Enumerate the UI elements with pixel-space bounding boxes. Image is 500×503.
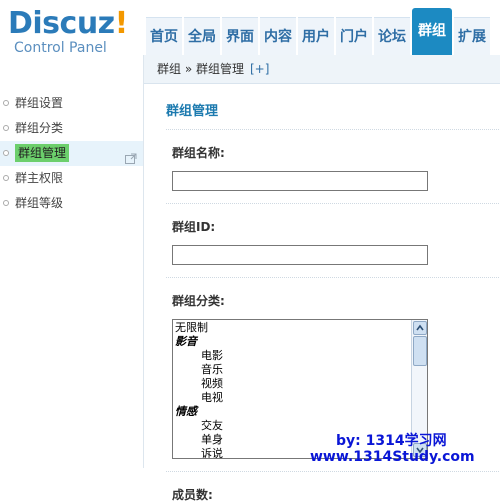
category-option[interactable]: 影音 xyxy=(175,335,409,349)
breadcrumb: 群组 » 群组管理 [+] xyxy=(144,55,500,84)
watermark: by: 1314学习网 www.1314Study.com xyxy=(300,428,500,468)
divider xyxy=(166,471,500,472)
sidebar-item-label: 群组设置 xyxy=(15,96,64,110)
nav-tab[interactable]: 用户 xyxy=(298,17,334,55)
nav-tab[interactable]: 界面 xyxy=(222,17,258,55)
page-title: 群组管理 xyxy=(166,104,219,119)
group-id-label: 群组ID: xyxy=(172,220,216,234)
logo-brand: Discuz! xyxy=(8,6,128,41)
nav-tab[interactable]: 门户 xyxy=(336,17,372,55)
sidebar-item-label: 群组等级 xyxy=(15,196,64,210)
category-option[interactable]: 音乐 xyxy=(175,363,409,377)
member-count-label: 成员数: xyxy=(172,488,213,502)
bullet-icon xyxy=(3,175,9,181)
divider xyxy=(166,129,500,130)
category-option[interactable]: 电视 xyxy=(175,391,409,405)
sidebar-item-label: 群组管理 xyxy=(15,144,70,162)
scroll-up-button[interactable] xyxy=(413,321,427,335)
open-in-new-icon[interactable] xyxy=(125,148,137,164)
nav-tab[interactable]: 全局 xyxy=(184,17,220,55)
group-id-input[interactable] xyxy=(172,245,428,265)
sidebar-item[interactable]: 群组设置 xyxy=(0,91,143,116)
sidebar-item[interactable]: 群组分类 xyxy=(0,116,143,141)
group-category-label: 群组分类: xyxy=(172,294,225,308)
nav-tab[interactable]: 群组 xyxy=(412,8,452,55)
nav-tab[interactable]: 内容 xyxy=(260,17,296,55)
sidebar-item[interactable]: 群组等级 xyxy=(0,191,143,216)
sidebar: 群组设置群组分类群组管理群主权限群组等级 xyxy=(0,55,143,468)
group-name-input[interactable] xyxy=(172,171,428,191)
category-option[interactable]: 电影 xyxy=(175,349,409,363)
top-navigation: 首页 全局 界面 内容 用户 门户 论坛 群组 扩展 xyxy=(146,8,492,55)
bullet-icon xyxy=(3,100,9,106)
bullet-icon xyxy=(3,200,9,206)
sidebar-item-label: 群组分类 xyxy=(15,121,64,135)
scroll-thumb[interactable] xyxy=(413,336,427,366)
category-option[interactable]: 无限制 xyxy=(175,321,409,335)
divider xyxy=(166,277,500,278)
bullet-icon xyxy=(3,150,9,156)
header: Discuz! Control Panel 首页 全局 界面 内容 用户 门户 论坛 群组 扩展 xyxy=(0,0,500,56)
discuz-logo[interactable]: Discuz! Control Panel xyxy=(8,4,138,56)
main-panel: 群组 » 群组管理 [+] 群组管理 群组名称: 群组ID: 群组分类: 无限制影… xyxy=(143,55,500,502)
breadcrumb-expand-button[interactable]: [+] xyxy=(250,62,269,76)
sidebar-item[interactable]: 群组管理 xyxy=(0,141,143,166)
divider xyxy=(166,203,500,204)
category-option[interactable]: 情感 xyxy=(175,405,409,419)
nav-tab[interactable]: 扩展 xyxy=(454,17,490,55)
bullet-icon xyxy=(3,125,9,131)
watermark-line1: by: 1314学习网 xyxy=(336,433,447,449)
sidebar-item[interactable]: 群主权限 xyxy=(0,166,143,191)
logo-subtitle: Control Panel xyxy=(14,40,107,56)
watermark-line2: www.1314Study.com xyxy=(310,449,475,465)
category-option[interactable]: 视频 xyxy=(175,377,409,391)
sidebar-item-label: 群主权限 xyxy=(15,171,64,185)
group-name-label: 群组名称: xyxy=(172,146,225,160)
breadcrumb-path: 群组 » 群组管理 xyxy=(157,62,244,76)
nav-tab[interactable]: 论坛 xyxy=(374,17,410,55)
nav-tab[interactable]: 首页 xyxy=(146,17,182,55)
